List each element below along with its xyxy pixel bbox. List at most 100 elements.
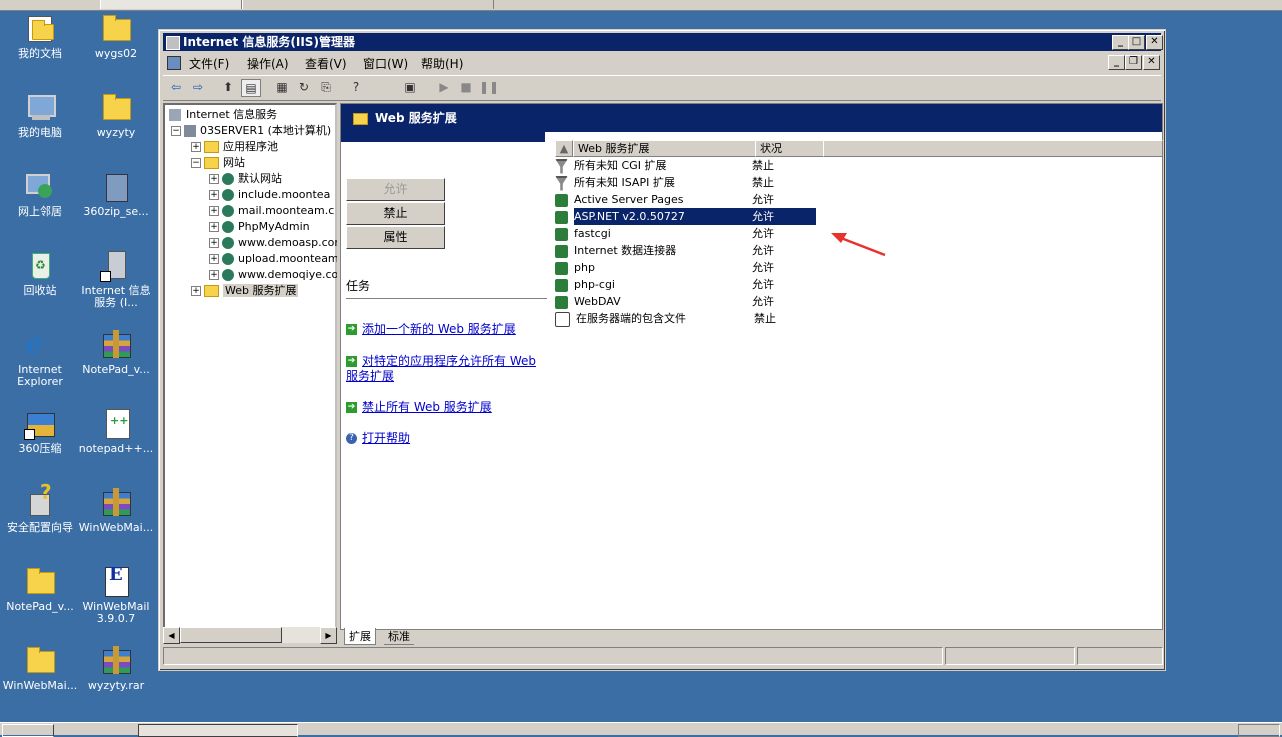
collapse-icon[interactable]: − [171,126,181,136]
expand-icon[interactable]: + [191,286,201,296]
extension-row[interactable]: Active Server Pages 允许 [555,191,823,208]
extension-row[interactable]: Internet 数据连接器 允许 [555,242,823,259]
allow-button[interactable]: 允许 [346,178,445,201]
menu-window[interactable]: 窗口(W) [363,55,408,72]
scroll-left-icon[interactable]: ◀ [163,627,180,644]
desktop-icon[interactable]: E WinWebMail 3.9.0.7 [78,565,154,625]
extension-row[interactable]: php-cgi 允许 [555,276,823,293]
expand-icon[interactable]: + [209,190,219,200]
column-header-status[interactable]: 状况 [755,140,825,157]
tab-standard[interactable]: 标准 [384,628,414,645]
extension-row[interactable]: 所有未知 CGI 扩展 禁止 [555,157,823,174]
menu-action[interactable]: 操作(A) [247,55,289,72]
desktop-icon[interactable]: wyzyty.rar [78,644,154,692]
menu-help[interactable]: 帮助(H) [421,55,463,72]
desktop-icon[interactable]: 我的文档 [2,12,78,60]
taskbar-iis-button[interactable] [138,724,298,737]
desktop-icon[interactable]: NotePad_v... [2,565,78,613]
sort-column-header[interactable]: ▲ [555,140,573,157]
security-wizard-icon: ? [24,482,56,518]
expand-icon[interactable]: + [209,222,219,232]
stop-icon[interactable]: ■ [457,79,475,95]
desktop-icon[interactable]: wygs02 [78,12,154,60]
extension-allowed-icon [555,193,568,207]
expand-icon[interactable]: + [209,174,219,184]
tree-server[interactable]: −03SERVER1 (本地计算机) [171,123,331,139]
tree-horizontal-scrollbar[interactable]: ◀ ▶ [163,627,337,644]
extension-row[interactable]: 所有未知 ISAPI 扩展 禁止 [555,174,823,191]
task-allow-all-for-app[interactable]: ➔ 对特定的应用程序允许所有 Web 服务扩展 [346,354,546,384]
status-segment-main [163,647,943,665]
desktop-icon[interactable]: ♻ 回收站 [2,249,78,297]
help-icon[interactable]: ? [347,79,365,95]
back-icon[interactable]: ⇦ [167,79,185,95]
tree-websites[interactable]: − 网站 [191,155,245,171]
properties-icon[interactable]: ▦ [273,79,291,95]
website-globe-icon [222,189,234,201]
desktop-icon[interactable]: ? 安全配置向导 [2,482,78,534]
scroll-right-icon[interactable]: ▶ [320,627,337,644]
scroll-thumb[interactable] [180,627,282,643]
desktop-icon[interactable]: ↗ 360压缩 [2,407,78,455]
extension-row[interactable]: 在服务器端的包含文件 禁止 [555,310,823,327]
start-button[interactable] [2,724,54,737]
collapse-icon[interactable]: − [191,158,201,168]
tree-site[interactable]: + mail.moonteam.c [209,203,337,219]
mmc-icon [167,56,181,70]
expand-icon[interactable]: + [209,238,219,248]
menu-view[interactable]: 查看(V) [305,55,347,72]
close-button[interactable]: ✕ [1146,35,1163,50]
maximize-button[interactable]: □ [1128,35,1145,50]
desktop-icon[interactable]: ++ notepad++... [78,407,154,455]
tree-site[interactable]: + 默认网站 [209,171,337,187]
expand-icon[interactable]: + [191,142,201,152]
forward-icon[interactable]: ⇨ [189,79,207,95]
refresh-icon[interactable]: ↻ [295,79,313,95]
start-icon[interactable]: ▶ [435,79,453,95]
minimize-button[interactable]: _ [1112,35,1129,50]
child-minimize-button[interactable]: _ [1108,55,1125,70]
up-level-icon[interactable]: ⬆ [219,79,237,95]
desktop-icon[interactable]: 我的电脑 [2,91,78,139]
tree-site[interactable]: + www.demoqiye.co [209,267,337,283]
pause-icon[interactable]: ❚❚ [479,79,499,95]
desktop-icon[interactable]: NotePad_v... [78,328,154,376]
desktop-icon[interactable]: 360zip_se... [78,170,154,218]
expand-icon[interactable]: + [209,206,219,216]
desktop-icon[interactable]: wyzyty [78,91,154,139]
export-list-icon[interactable]: ⎘ [317,79,335,95]
desktop-icon[interactable]: WinWebMai... [78,486,154,534]
extension-row[interactable]: fastcgi 允许 [555,225,823,242]
show-tree-icon[interactable]: ▤ [241,79,261,97]
desktop-icon[interactable]: ↗ Internet 信息服务 (I... [78,249,154,309]
properties-button[interactable]: 属性 [346,226,445,249]
child-restore-button[interactable]: ❐ [1125,55,1142,70]
child-close-button[interactable]: ✕ [1143,55,1160,70]
task-prohibit-all[interactable]: ➔ 禁止所有 Web 服务扩展 [346,400,546,415]
desktop-icon[interactable]: e Internet Explorer [2,328,78,388]
tree-site[interactable]: + upload.moonteam [209,251,337,267]
column-header-name[interactable]: Web 服务扩展 [573,140,757,157]
desktop-icon[interactable]: WinWebMai... [2,644,78,692]
expand-icon[interactable]: + [209,254,219,264]
computer-icon[interactable]: ▣ [401,79,419,95]
menu-file[interactable]: 文件(F) [189,55,229,72]
expand-icon[interactable]: + [209,270,219,280]
task-add-extension[interactable]: ➔ 添加一个新的 Web 服务扩展 [346,322,546,337]
prohibit-button[interactable]: 禁止 [346,202,445,225]
tree-site[interactable]: + include.moontea [209,187,337,203]
tree-root[interactable]: Internet 信息服务 [169,107,277,123]
tree-site[interactable]: + PhpMyAdmin [209,219,337,235]
tasks-divider [346,298,547,299]
tree-web-service-extensions[interactable]: + Web 服务扩展 [191,283,299,299]
tab-extended[interactable]: 扩展 [344,628,376,645]
tree-app-pools[interactable]: + 应用程序池 [191,139,278,155]
task-open-help[interactable]: ? 打开帮助 [346,431,546,446]
website-globe-icon [222,269,234,281]
title-bar[interactable]: Internet 信息服务(IIS)管理器 _ □ ✕ [163,33,1163,51]
extension-row[interactable]: WebDAV 允许 [555,293,823,310]
tree-site[interactable]: + www.demoasp.com [209,235,337,251]
extension-row[interactable]: php 允许 [555,259,823,276]
desktop-icon[interactable]: 网上邻居 [2,170,78,218]
extension-row[interactable]: ASP.NET v2.0.50727 允许 [555,208,823,225]
